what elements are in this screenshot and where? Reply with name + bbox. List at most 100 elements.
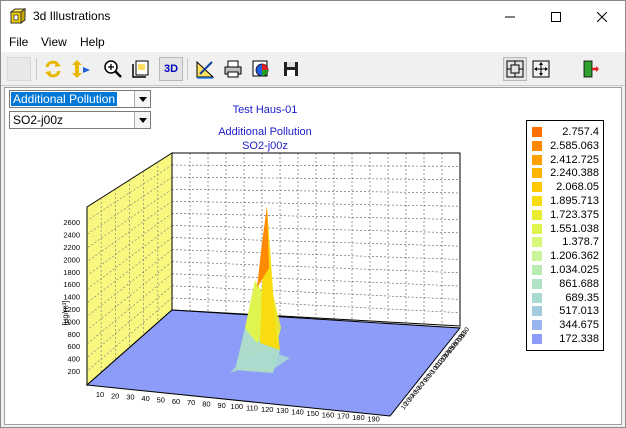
legend-row: 517.013 xyxy=(527,305,603,318)
z-tick-label: 800 xyxy=(67,330,80,339)
legend-swatch xyxy=(532,223,542,234)
legend-value: 861.688 xyxy=(559,277,599,290)
x-tick-label: 100 xyxy=(231,402,244,411)
fit-to-window-icon xyxy=(506,60,524,78)
legend-row: 1.723.375 xyxy=(527,209,603,222)
minimize-button[interactable] xyxy=(487,1,533,32)
exit-button[interactable] xyxy=(579,57,603,81)
toolbar-separator xyxy=(36,58,37,80)
rotate-arrows-icon xyxy=(45,60,61,78)
x-tick-label: 60 xyxy=(172,397,180,406)
z-axis-ticks: 200 400 600 800 1000 1200 1400 1600 1800 2000 2200… xyxy=(63,218,80,376)
legend-value: 2.585.063 xyxy=(550,139,599,152)
fit-view-button[interactable] xyxy=(503,57,527,81)
legend-row: 689.35 xyxy=(527,292,603,305)
legend-value: 172.338 xyxy=(559,333,599,345)
legend-value: 2.757.4 xyxy=(562,126,599,138)
legend-value: 517.013 xyxy=(559,305,599,318)
draw-button[interactable] xyxy=(193,57,217,81)
legend-row: 1.378.7 xyxy=(527,236,603,249)
legend-row: 2.240.388 xyxy=(527,167,603,180)
legend-row: 2.585.063 xyxy=(527,140,603,153)
zoom-icon xyxy=(104,60,122,78)
toolbar-separator xyxy=(187,58,188,80)
floppy-disk-icon xyxy=(284,62,298,76)
legend-swatch xyxy=(532,306,542,317)
x-tick-label: 80 xyxy=(202,399,210,408)
z-tick-label: 1000 xyxy=(63,317,80,326)
pan-button[interactable] xyxy=(529,57,553,81)
z-tick-label: 200 xyxy=(67,367,80,376)
x-tick-label: 20 xyxy=(111,391,119,400)
color-legend: 2.757.4 2.585.063 2.412.725 2.240.388 2.068.… xyxy=(526,120,604,351)
z-tick-label: 2200 xyxy=(63,243,80,252)
drafting-triangle-icon xyxy=(196,60,215,79)
legend-row: 861.688 xyxy=(527,278,603,291)
legend-value: 344.675 xyxy=(559,319,599,332)
rotate-button[interactable] xyxy=(41,57,65,81)
app-window: 3d Illustrations File View Help 3D Addit… xyxy=(0,0,626,428)
close-button[interactable] xyxy=(579,1,625,32)
3d-label: 3D xyxy=(163,63,179,75)
x-tick-label: 140 xyxy=(291,408,304,417)
legend-value: 1.895.713 xyxy=(550,195,599,207)
legend-value: 1.034.025 xyxy=(550,264,599,276)
x-tick-label: 150 xyxy=(307,409,320,418)
frame-button[interactable] xyxy=(129,57,153,81)
legend-swatch xyxy=(532,168,542,179)
legend-value: 689.35 xyxy=(565,291,599,304)
x-tick-label: 120 xyxy=(261,405,274,414)
z-tick-label: 1800 xyxy=(63,268,80,277)
window-title: 3d Illustrations xyxy=(33,9,111,23)
menu-view[interactable]: View xyxy=(38,34,70,50)
print-button[interactable] xyxy=(221,57,245,81)
legend-swatch xyxy=(532,182,542,193)
legend-row: 2.068.05 xyxy=(527,181,603,194)
minimize-icon xyxy=(505,16,515,17)
x-tick-label: 180 xyxy=(352,413,365,422)
legend-swatch xyxy=(532,265,542,275)
blank-tool-button[interactable] xyxy=(7,57,31,81)
legend-swatch xyxy=(532,196,542,206)
legend-swatch xyxy=(532,140,542,151)
legend-swatch xyxy=(532,278,542,289)
x-tick-label: 40 xyxy=(141,394,149,403)
x-tick-label: 170 xyxy=(337,412,350,421)
legend-row: 2.757.4 xyxy=(527,126,603,139)
legend-value: 2.412.725 xyxy=(550,153,599,166)
save-button[interactable] xyxy=(279,57,303,81)
menu-bar: File View Help xyxy=(1,32,625,52)
toolbar: 3D xyxy=(1,53,625,86)
legend-value: 1.551.038 xyxy=(550,222,599,235)
color-palette-icon xyxy=(252,60,269,77)
3d-view-button[interactable]: 3D xyxy=(159,57,183,81)
legend-value: 1.206.362 xyxy=(550,250,599,263)
legend-swatch xyxy=(532,292,542,303)
z-tick-label: 600 xyxy=(67,342,80,351)
x-tick-label: 110 xyxy=(246,404,258,413)
legend-swatch xyxy=(532,334,542,344)
palette-button[interactable] xyxy=(249,57,273,81)
menu-help[interactable]: Help xyxy=(77,34,108,50)
z-tick-label: 1400 xyxy=(63,293,80,302)
chart-panel: Additional Pollution SO2-j00z Test Haus-… xyxy=(4,87,622,425)
legend-row: 2.412.725 xyxy=(527,154,603,167)
legend-swatch xyxy=(532,209,542,220)
zoom-button[interactable] xyxy=(101,57,125,81)
surface-plot[interactable]: [µg/m³] 20040060080010001200140016001800… xyxy=(5,88,517,426)
menu-file[interactable]: File xyxy=(6,34,31,50)
x-tick-label: 10 xyxy=(96,390,104,399)
y-tick-label: 190 xyxy=(459,326,471,339)
x-tick-label: 190 xyxy=(367,414,380,423)
z-tick-label: 2000 xyxy=(63,255,80,264)
z-tick-label: 1200 xyxy=(63,305,80,314)
x-tick-label: 50 xyxy=(157,395,165,404)
legend-row: 172.338 xyxy=(527,333,603,346)
exit-door-icon xyxy=(583,60,599,78)
maximize-button[interactable] xyxy=(533,1,579,32)
x-tick-label: 90 xyxy=(217,401,225,410)
printer-icon xyxy=(224,60,242,78)
legend-row: 1.895.713 xyxy=(527,195,603,208)
move-button[interactable] xyxy=(69,57,93,81)
title-bar[interactable]: 3d Illustrations xyxy=(1,1,625,32)
